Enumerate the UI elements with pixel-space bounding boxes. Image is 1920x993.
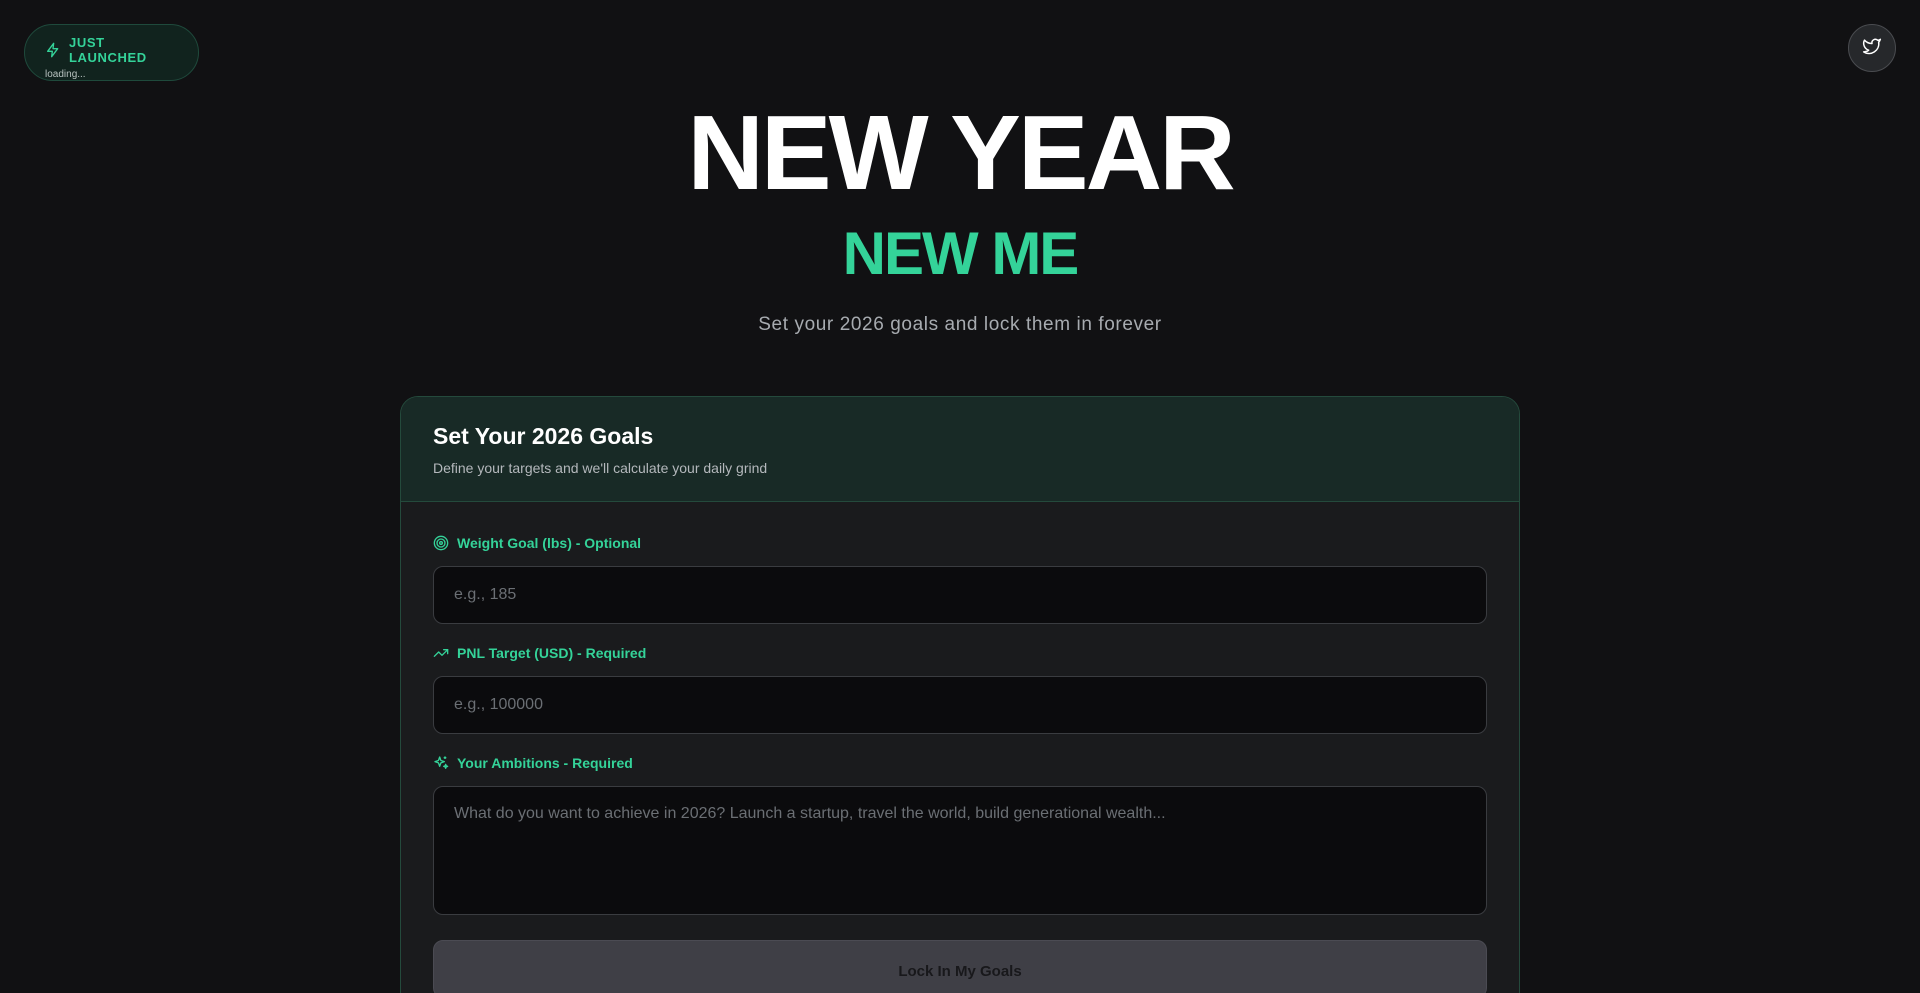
page: JUST LAUNCHED loading... NEW YEAR NEW ME… <box>0 0 1920 993</box>
ambitions-label-text: Your Ambitions - Required <box>457 755 633 771</box>
pnl-target-input[interactable] <box>433 676 1487 734</box>
sparkles-icon <box>433 755 449 771</box>
weight-goal-label: Weight Goal (lbs) - Optional <box>433 534 1487 552</box>
goals-card: Set Your 2026 Goals Define your targets … <box>400 396 1520 993</box>
card-header: Set Your 2026 Goals Define your targets … <box>401 397 1519 502</box>
hero-title: NEW YEAR <box>687 94 1235 212</box>
pnl-target-label: PNL Target (USD) - Required <box>433 644 1487 662</box>
launch-badge-subtitle: loading... <box>45 69 86 80</box>
bolt-icon <box>45 42 61 58</box>
hero-subtitle: NEW ME <box>842 220 1080 287</box>
weight-goal-label-text: Weight Goal (lbs) - Optional <box>457 535 642 551</box>
card-title: Set Your 2026 Goals <box>433 423 654 449</box>
weight-goal-field: Weight Goal (lbs) - Optional <box>433 534 1487 624</box>
pnl-target-field: PNL Target (USD) - Required <box>433 644 1487 734</box>
pnl-target-label-text: PNL Target (USD) - Required <box>457 645 647 661</box>
ambitions-field: Your Ambitions - Required <box>433 754 1487 920</box>
hero-tagline: Set your 2026 goals and lock them in for… <box>758 314 1162 335</box>
twitter-icon <box>1862 36 1882 61</box>
card-body: Weight Goal (lbs) - Optional PNL Target … <box>401 502 1519 993</box>
weight-goal-input[interactable] <box>433 566 1487 624</box>
ambitions-label: Your Ambitions - Required <box>433 754 1487 772</box>
launch-badge-row: JUST LAUNCHED <box>45 35 178 65</box>
launch-badge[interactable]: JUST LAUNCHED loading... <box>24 24 199 81</box>
launch-badge-title: JUST LAUNCHED <box>69 35 147 65</box>
lock-in-goals-button[interactable]: Lock In My Goals <box>433 940 1487 993</box>
trending-up-icon <box>433 645 449 661</box>
hero: NEW YEAR NEW ME Set your 2026 goals and … <box>0 100 1920 336</box>
target-icon <box>433 535 449 551</box>
card-description: Define your targets and we'll calculate … <box>433 460 768 476</box>
twitter-button[interactable] <box>1848 24 1896 72</box>
ambitions-textarea[interactable] <box>433 786 1487 915</box>
